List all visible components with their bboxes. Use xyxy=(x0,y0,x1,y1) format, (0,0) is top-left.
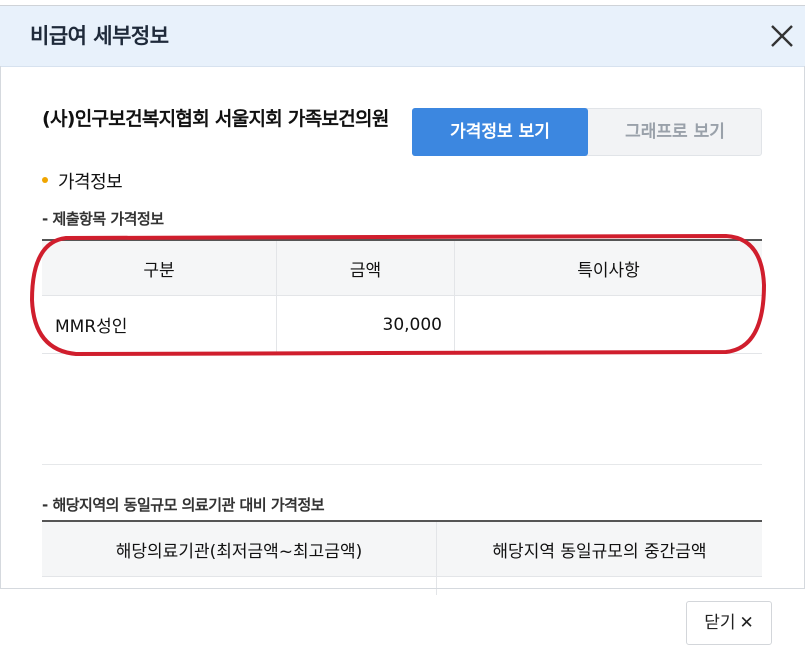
column-header: 금액 xyxy=(276,240,455,296)
section-heading-label: 가격정보 xyxy=(58,172,123,193)
institution-name: (사)인구보건복지협회 서울지회 가족보건의원 xyxy=(42,108,389,130)
modal-header: 비급여 세부정보 xyxy=(0,6,805,67)
section-divider xyxy=(42,464,762,465)
modal-border-left xyxy=(0,66,1,588)
close-icon[interactable] xyxy=(765,19,799,53)
close-button[interactable]: 닫기 ✕ xyxy=(686,601,772,645)
table-cell xyxy=(437,577,763,596)
column-header: 구분 xyxy=(42,240,277,296)
table-row: MMR성인 30,000 xyxy=(42,295,762,354)
close-x-icon: ✕ xyxy=(739,613,754,633)
graph-view-button[interactable]: 그래프로 보기 xyxy=(588,108,762,156)
view-toggle: 가격정보 보기 그래프로 보기 xyxy=(412,108,762,156)
footer-divider xyxy=(0,588,805,589)
price-view-button[interactable]: 가격정보 보기 xyxy=(412,108,588,156)
table-header-row: 구분 금액 특이사항 xyxy=(42,240,762,296)
bullet-dot xyxy=(42,177,48,183)
table-row xyxy=(42,576,763,596)
note-cell xyxy=(454,295,762,354)
regional-subheading: - 해당지역의 동일규모 의료기관 대비 가격정보 xyxy=(42,496,325,514)
table-header-row: 해당의료기관(최저금액~최고금액) 해당지역 동일규모의 중간금액 xyxy=(42,521,762,577)
close-button-label: 닫기 xyxy=(704,613,736,633)
table-cell xyxy=(42,576,437,595)
column-header: 해당지역 동일규모의 중간금액 xyxy=(436,521,762,577)
amount-cell: 30,000 xyxy=(276,295,455,354)
submitted-price-table: 구분 금액 특이사항 MMR성인 30,000 xyxy=(42,239,762,354)
category-cell: MMR성인 xyxy=(42,295,277,354)
section-heading: 가격정보 xyxy=(42,168,123,194)
regional-price-table: 해당의료기관(최저금액~최고금액) 해당지역 동일규모의 중간금액 xyxy=(42,520,762,595)
column-header: 특이사항 xyxy=(454,240,762,296)
modal-title: 비급여 세부정보 xyxy=(30,24,169,48)
submitted-subheading: - 제출항목 가격정보 xyxy=(42,210,164,228)
column-header: 해당의료기관(최저금액~최고금액) xyxy=(42,521,437,577)
